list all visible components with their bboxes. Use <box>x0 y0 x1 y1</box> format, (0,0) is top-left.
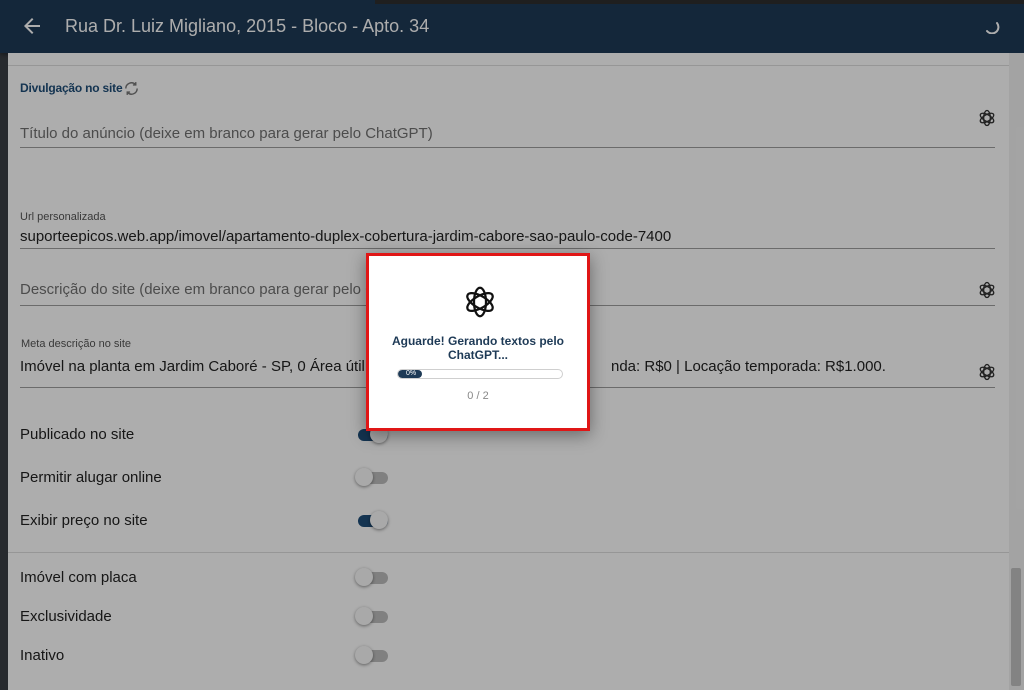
progress-count: 0 / 2 <box>467 390 489 402</box>
dialog-message: Aguarde! Gerando textos pelo ChatGPT... <box>391 334 565 362</box>
progress-fill: 0% <box>398 370 422 378</box>
openai-logo-icon <box>466 286 494 318</box>
generating-dialog: Aguarde! Gerando textos pelo ChatGPT... … <box>366 253 590 431</box>
progress-bar: 0% <box>397 369 563 379</box>
progress-label: 0% <box>406 370 417 377</box>
